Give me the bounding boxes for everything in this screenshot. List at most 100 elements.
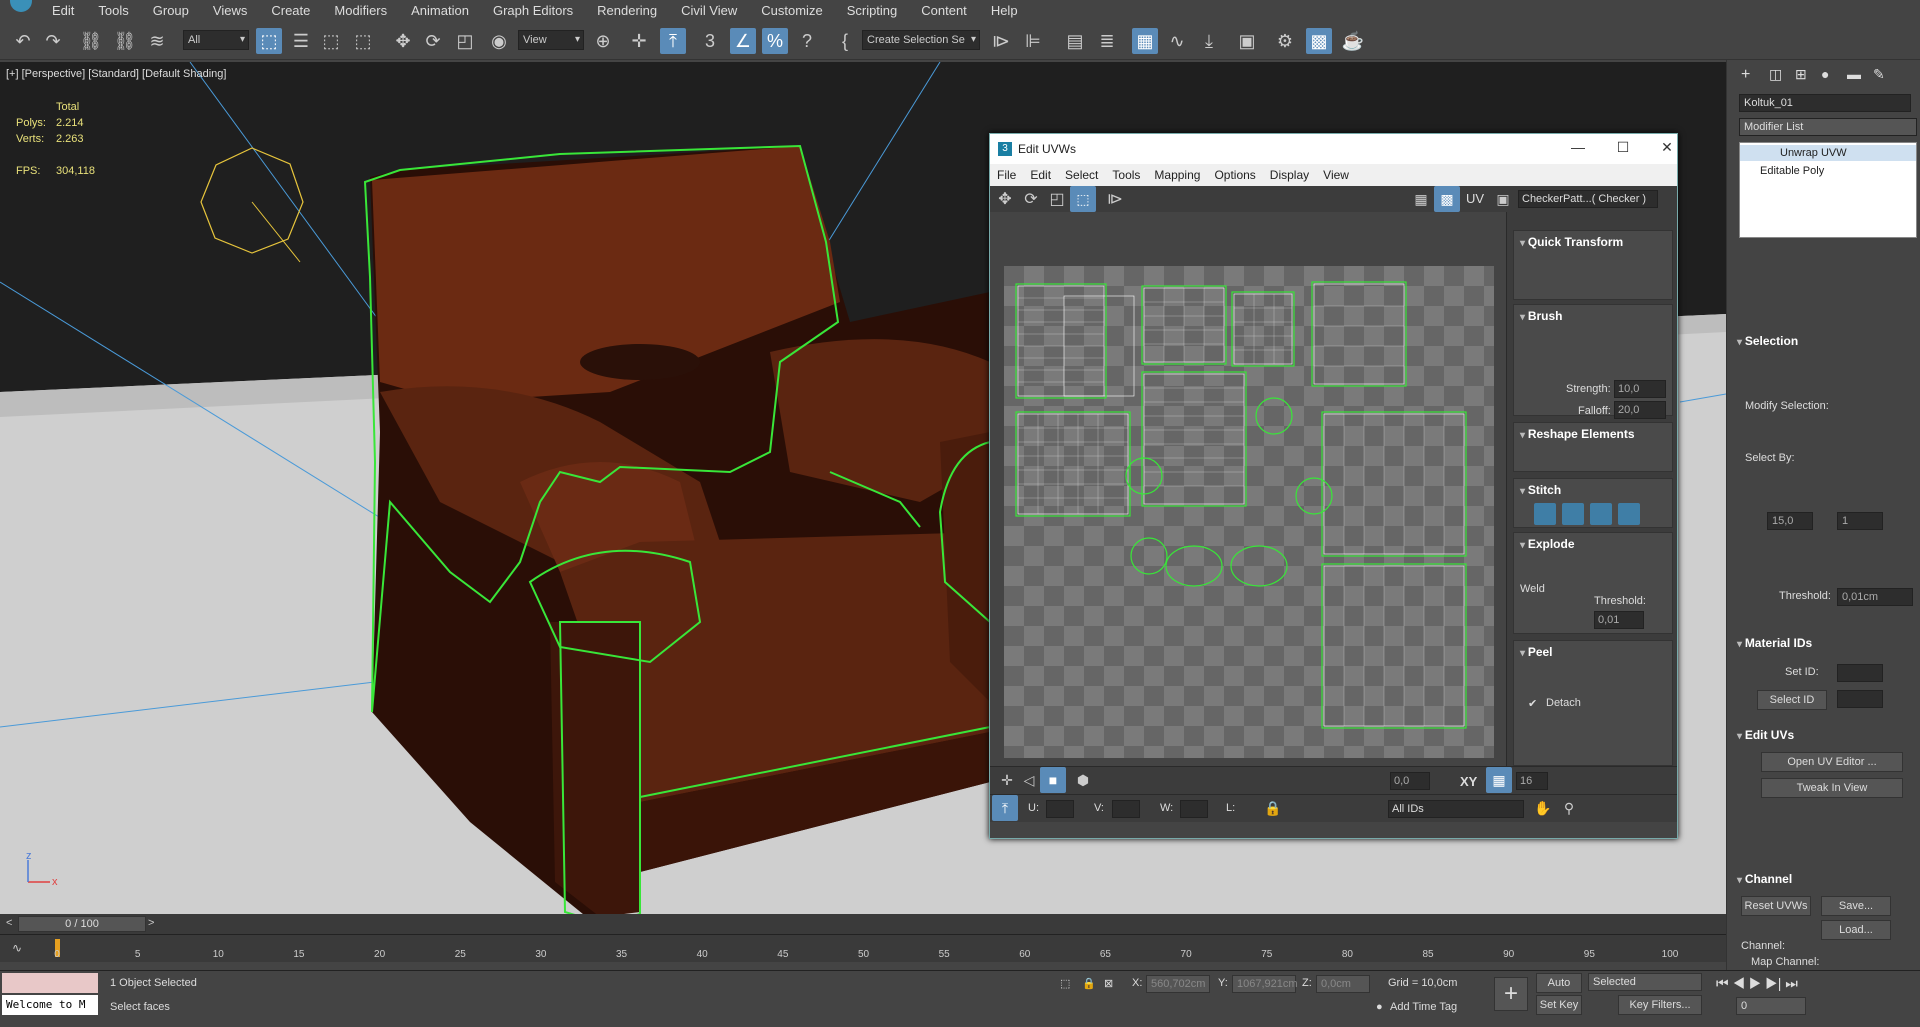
explode-head[interactable]: Explode	[1520, 537, 1575, 551]
z-field[interactable]: 0,0cm	[1316, 975, 1370, 993]
snap-3d-icon[interactable]: 3	[697, 28, 723, 54]
edit-named-sets-icon[interactable]: {	[832, 28, 858, 54]
move-icon[interactable]: ✥	[390, 28, 416, 54]
viewport-label[interactable]: [+] [Perspective] [Standard] [Default Sh…	[6, 68, 226, 80]
material-ids-head[interactable]: Material IDs	[1737, 636, 1812, 650]
lock-icon[interactable]: 🔒	[1260, 795, 1286, 821]
show-map-icon[interactable]: ▦	[1408, 186, 1434, 212]
bind-spacewarp-icon[interactable]: ≋	[144, 28, 170, 54]
strength-field[interactable]: 10,0	[1614, 380, 1666, 398]
pivot-icon[interactable]: ⊕	[590, 28, 616, 54]
menu-customize[interactable]: Customize	[749, 0, 834, 22]
zoom-icon[interactable]: ⚲	[1556, 795, 1582, 821]
select-object-icon[interactable]: ⬚	[256, 28, 282, 54]
uv-label[interactable]: UV	[1466, 191, 1484, 206]
reshape-head[interactable]: Reshape Elements	[1520, 427, 1635, 441]
uv-freeform-icon[interactable]: ⬚	[1070, 186, 1096, 212]
uv-canvas[interactable]	[1004, 266, 1494, 758]
mirror-icon[interactable]: ⧐	[988, 28, 1014, 54]
select-manipulate-icon[interactable]: ✛	[626, 28, 652, 54]
angle-snap-icon[interactable]: ∠	[730, 28, 756, 54]
uv-menu-edit[interactable]: Edit	[1023, 168, 1058, 182]
save-button[interactable]: Save...	[1821, 896, 1891, 916]
menu-animation[interactable]: Animation	[399, 0, 481, 22]
unlink-icon[interactable]: ⛓	[112, 28, 138, 54]
uv-rotate-icon[interactable]: ⟳	[1018, 186, 1044, 212]
playback-controls-icon[interactable]: ⏮ ◀ ▶ ▶| ⏭	[1716, 975, 1798, 992]
u-field[interactable]	[1046, 800, 1074, 818]
menu-help[interactable]: Help	[979, 0, 1030, 22]
grid-icon[interactable]: ▦	[1486, 767, 1512, 793]
modifier-list-dropdown[interactable]: Modifier List	[1739, 118, 1917, 136]
percent-snap-icon[interactable]: %	[762, 28, 788, 54]
angle-field[interactable]: 0,0	[1390, 772, 1430, 790]
next-frame-icon[interactable]: >	[148, 917, 154, 929]
display-tab-icon[interactable]: ▬	[1847, 66, 1861, 82]
redo-icon[interactable]: ↷	[40, 28, 66, 54]
render-setup-icon[interactable]: ⚙	[1272, 28, 1298, 54]
angle-spinner[interactable]: 15,0	[1767, 512, 1813, 530]
uv-menu-tools[interactable]: Tools	[1105, 168, 1147, 182]
brush-head[interactable]: Brush	[1520, 309, 1563, 323]
v-field[interactable]	[1112, 800, 1140, 818]
ribbon-icon[interactable]: ▦	[1132, 28, 1158, 54]
uv-title-bar[interactable]: 3 Edit UVWs — ☐ ✕	[990, 134, 1677, 164]
curve-editor-icon[interactable]: ∿	[1164, 28, 1190, 54]
select-by-name-icon[interactable]: ☰	[288, 28, 314, 54]
current-frame-field[interactable]: 0	[1736, 997, 1806, 1015]
modify-tab-icon[interactable]: ◫	[1769, 66, 1782, 83]
falloff-field[interactable]: 20,0	[1614, 401, 1666, 419]
close-icon[interactable]: ✕	[1652, 139, 1682, 156]
time-slider[interactable]: < 0 / 100 >	[0, 914, 1726, 934]
channel-head[interactable]: Channel	[1737, 872, 1792, 886]
pan-icon[interactable]: ✋	[1530, 795, 1556, 821]
utilities-tab-icon[interactable]: ✎	[1873, 66, 1885, 83]
add-time-tag[interactable]: Add Time Tag	[1390, 1001, 1457, 1013]
key-filters-button[interactable]: Key Filters...	[1618, 995, 1702, 1015]
motion-tab-icon[interactable]: ●	[1821, 66, 1829, 82]
maxscript-listener[interactable]	[2, 973, 98, 993]
key-mode-dropdown[interactable]: Selected	[1588, 973, 1702, 991]
detach-checkbox[interactable]: ✔	[1528, 697, 1537, 710]
create-tab-icon[interactable]: +	[1741, 66, 1750, 84]
element-mode-icon[interactable]: ⬢	[1070, 767, 1096, 793]
weld-threshold-field[interactable]: 0,01	[1594, 611, 1644, 629]
auto-key-button[interactable]: Auto Key	[1536, 973, 1582, 1007]
menu-views[interactable]: Views	[201, 0, 259, 22]
open-uv-editor-button[interactable]: Open UV Editor ...	[1761, 752, 1903, 772]
uv-menu-mapping[interactable]: Mapping	[1147, 168, 1207, 182]
scene-explorer-icon[interactable]: ▤	[1062, 28, 1088, 54]
layer-explorer-icon[interactable]: ≣	[1094, 28, 1120, 54]
stitch-target-icon[interactable]	[1618, 503, 1640, 525]
stitch-avg-icon[interactable]	[1590, 503, 1612, 525]
select-id-button[interactable]: Select ID	[1757, 690, 1827, 710]
absolute-mode-transform-icon[interactable]: ⊠	[1104, 977, 1113, 990]
uv-mirror-icon[interactable]: ⧐	[1102, 186, 1128, 212]
selection-lock-icon[interactable]: 🔒	[1082, 977, 1096, 990]
stack-item-unwrap[interactable]: Unwrap UVW	[1740, 145, 1916, 161]
minimize-icon[interactable]: —	[1563, 139, 1593, 155]
map-channel-label[interactable]: Map Channel:	[1751, 956, 1820, 968]
menu-tools[interactable]: Tools	[86, 0, 140, 22]
timeline-track[interactable]: ∿ 0 5 10 15 20 25 30 35 40 45 50 55 60 65 70 75 80 85 90 95…	[0, 934, 1726, 962]
checker-icon[interactable]: ▩	[1434, 186, 1460, 212]
tweak-in-view-button[interactable]: Tweak In View	[1761, 778, 1903, 798]
quick-transform-head[interactable]: Quick Transform	[1520, 235, 1623, 249]
peel-head[interactable]: Peel	[1520, 645, 1553, 659]
schematic-view-icon[interactable]: ⤓	[1196, 28, 1222, 54]
selection-head[interactable]: Selection	[1737, 334, 1798, 348]
absolute-mode-icon[interactable]: ⤒	[992, 795, 1018, 821]
render-production-icon[interactable]: ☕	[1340, 28, 1366, 54]
app-logo[interactable]	[0, 0, 40, 22]
material-editor-icon[interactable]: ▣	[1234, 28, 1260, 54]
menu-civil-view[interactable]: Civil View	[669, 0, 749, 22]
rotate-icon[interactable]: ⟳	[420, 28, 446, 54]
x-field[interactable]: 560,702cm	[1146, 975, 1210, 993]
menu-graph-editors[interactable]: Graph Editors	[481, 0, 585, 22]
set-id-field[interactable]	[1837, 664, 1883, 682]
link-icon[interactable]: ⛓	[78, 28, 104, 54]
count-spinner[interactable]: 1	[1837, 512, 1883, 530]
reference-coord-dropdown[interactable]: View	[518, 30, 584, 50]
uv-menu-options[interactable]: Options	[1207, 168, 1262, 182]
rect-selection-icon[interactable]: ⬚	[318, 28, 344, 54]
